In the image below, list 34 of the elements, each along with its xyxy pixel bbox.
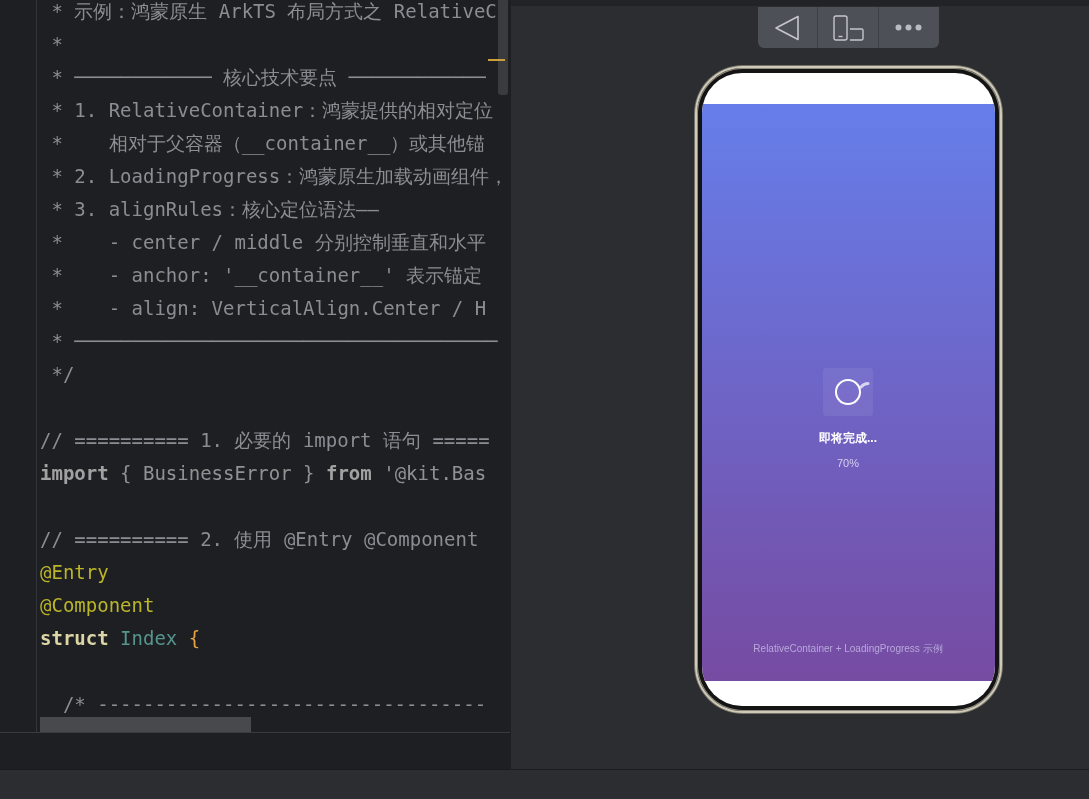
- code-comment: * ──────────── 核心技术要点 ────────────: [50, 66, 486, 88]
- code-comment: // ========== 1. 必要的 import 语句 =====: [40, 429, 490, 451]
- code-keyword: struct: [40, 627, 110, 649]
- code-text: '@kit.Bas: [383, 462, 487, 484]
- code-comment: * 相对于父容器（__container__）或其他锚: [50, 132, 486, 154]
- scroll-marker-icon: [488, 59, 505, 61]
- code-comment: *: [50, 33, 63, 55]
- back-triangle-icon: [774, 14, 801, 41]
- code-annotation: @Entry: [40, 561, 109, 583]
- code-comment: * - anchor: '__container__' 表示锚定: [50, 264, 483, 286]
- code-comment: /* ----------------------------------: [61, 693, 487, 715]
- code-comment: * - align: VerticalAlign.Center / H: [50, 297, 487, 319]
- rotate-device-icon: [832, 14, 864, 41]
- code-keyword: import: [40, 462, 110, 484]
- progress-percent: 70%: [837, 456, 859, 470]
- code-identifier: Index: [120, 627, 179, 649]
- loading-spinner-icon: [823, 368, 873, 416]
- code-comment: */: [50, 363, 75, 385]
- vertical-scrollbar[interactable]: [498, 0, 508, 95]
- code-comment: * 示例：鸿蒙原生 ArkTS 布局方式之 RelativeC: [50, 0, 497, 22]
- code-annotation: @Component: [40, 594, 155, 616]
- code-comment: * ─────────────────────────────────────: [50, 330, 498, 352]
- more-icon: [895, 24, 923, 31]
- code-comment: * 3. alignRules：核心定位语法——: [50, 198, 379, 220]
- code-comment: // ========== 2. 使用 @Entry @Component: [40, 528, 479, 550]
- horizontal-scrollbar[interactable]: [40, 717, 251, 732]
- loading-title: 即将完成...: [819, 430, 877, 446]
- code-brace: {: [188, 627, 201, 649]
- code-comment: * 2. LoadingProgress：鸿蒙原生加载动画组件，: [50, 165, 509, 187]
- footer-caption: RelativeContainer + LoadingProgress 示例: [753, 642, 943, 656]
- code-comment: * - center / middle 分别控制垂直和水平: [50, 231, 486, 253]
- code-keyword: from: [326, 462, 373, 484]
- code-comment: * 1. RelativeContainer：鸿蒙提供的相对定位: [50, 99, 494, 121]
- code-text: { BusinessError }: [120, 462, 316, 484]
